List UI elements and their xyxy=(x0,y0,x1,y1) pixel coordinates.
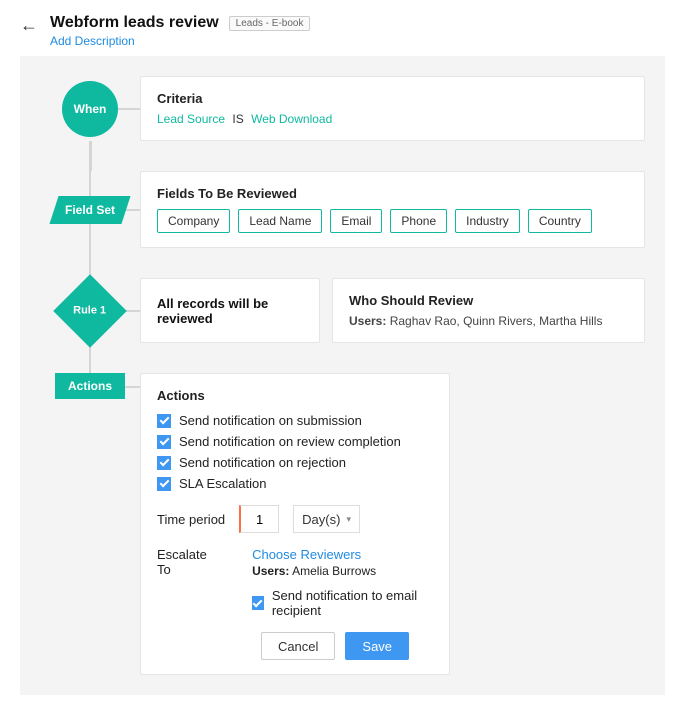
choose-reviewers-link[interactable]: Choose Reviewers xyxy=(252,547,433,562)
flow-node-actions[interactable]: Actions xyxy=(55,373,125,399)
checkbox-notify-rejection[interactable] xyxy=(157,456,171,470)
escalate-users-list: Amelia Burrows xyxy=(292,564,376,578)
flow-node-rule[interactable]: Rule 1 xyxy=(53,274,127,348)
checkbox-label: Send notification on review completion xyxy=(179,434,401,449)
checkbox-label: Send notification on rejection xyxy=(179,455,346,470)
field-chip[interactable]: Phone xyxy=(390,209,447,233)
checkbox-notify-email[interactable] xyxy=(252,596,264,610)
checkbox-notify-completion[interactable] xyxy=(157,435,171,449)
flow-node-rule-label: Rule 1 xyxy=(73,304,106,316)
field-chip[interactable]: Company xyxy=(157,209,230,233)
flow-node-when[interactable]: When xyxy=(62,81,118,137)
time-period-label: Time period xyxy=(157,512,225,527)
cancel-button[interactable]: Cancel xyxy=(261,632,335,660)
back-arrow-icon[interactable]: ← xyxy=(20,16,38,34)
who-review-title: Who Should Review xyxy=(349,293,628,308)
field-chip[interactable]: Email xyxy=(330,209,382,233)
checkbox-label: Send notification on submission xyxy=(179,413,362,428)
page-title: Webform leads review xyxy=(50,14,219,32)
fields-title: Fields To Be Reviewed xyxy=(157,186,628,201)
checkbox-label: SLA Escalation xyxy=(179,476,266,491)
flow-node-fieldset[interactable]: Field Set xyxy=(49,196,130,224)
time-unit-value: Day(s) xyxy=(302,512,340,527)
rule-records-card[interactable]: All records will be reviewed xyxy=(140,278,320,343)
flow-node-fieldset-label: Field Set xyxy=(65,203,115,217)
criteria-operator: IS xyxy=(232,112,243,126)
field-chip[interactable]: Country xyxy=(528,209,592,233)
time-unit-select[interactable]: Day(s) ▾ xyxy=(293,505,360,533)
time-period-input[interactable] xyxy=(239,505,279,533)
escalate-to-label: Escalate To xyxy=(157,547,212,618)
criteria-field[interactable]: Lead Source xyxy=(157,112,225,126)
notify-email-label: Send notification to email recipient xyxy=(272,588,433,618)
escalate-users-label: Users: xyxy=(252,564,289,578)
rule-records-text: All records will be reviewed xyxy=(157,296,303,326)
checkbox-sla-escalation[interactable] xyxy=(157,477,171,491)
module-badge: Leads - E-book xyxy=(229,16,311,31)
who-users-list: Raghav Rao, Quinn Rivers, Martha Hills xyxy=(390,314,603,328)
field-chip[interactable]: Lead Name xyxy=(238,209,322,233)
who-users-label: Users: xyxy=(349,314,386,328)
flow-node-when-label: When xyxy=(74,102,107,116)
chevron-down-icon: ▾ xyxy=(346,514,351,525)
save-button[interactable]: Save xyxy=(345,632,409,660)
criteria-value[interactable]: Web Download xyxy=(251,112,332,126)
checkbox-notify-submission[interactable] xyxy=(157,414,171,428)
criteria-title: Criteria xyxy=(157,91,628,106)
fields-card[interactable]: Fields To Be Reviewed Company Lead Name … xyxy=(140,171,645,248)
who-review-card[interactable]: Who Should Review Users: Raghav Rao, Qui… xyxy=(332,278,645,343)
field-chip[interactable]: Industry xyxy=(455,209,520,233)
actions-card: Actions Send notification on submission … xyxy=(140,373,450,675)
actions-title: Actions xyxy=(157,388,433,403)
add-description-link[interactable]: Add Description xyxy=(50,34,135,48)
criteria-card[interactable]: Criteria Lead Source IS Web Download xyxy=(140,76,645,141)
flow-node-actions-label: Actions xyxy=(68,379,112,393)
